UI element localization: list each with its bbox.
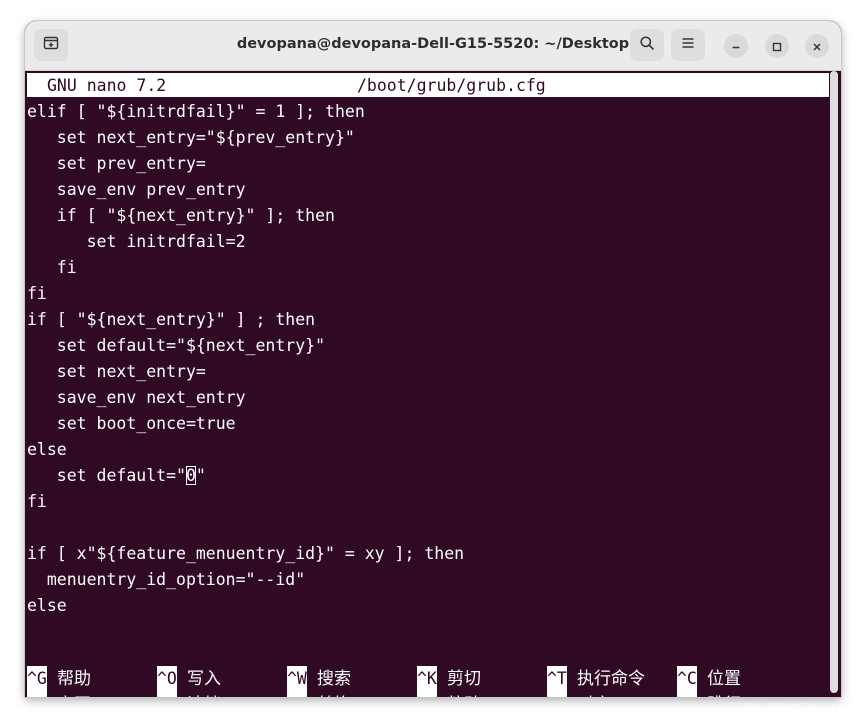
nano-version: GNU nano 7.2 [47, 76, 167, 95]
shortcut-label: 剪切 [447, 669, 481, 689]
shortcut-write-out[interactable]: ^O 写入 [157, 666, 221, 692]
code-line[interactable]: set default="${next_entry}" [27, 333, 827, 359]
shortcut-execute[interactable]: ^T 执行命令 [547, 666, 645, 692]
minimize-button[interactable] [724, 34, 748, 58]
code-line[interactable]: save_env prev_entry [27, 177, 827, 203]
shortcut-key: ^K [417, 666, 437, 692]
code-line[interactable] [27, 515, 827, 541]
shortcut-label: 对齐 [577, 695, 611, 697]
shortcut-key: ^R [157, 692, 177, 697]
code-line[interactable]: set prev_entry= [27, 151, 827, 177]
code-line[interactable]: fi [27, 489, 827, 515]
shortcut-label: 帮助 [57, 669, 91, 689]
code-line[interactable]: if [ "${next_entry}" ] ; then [27, 307, 827, 333]
window-title: devopana@devopana-Dell-G15-5520: ~/Deskt… [236, 36, 630, 52]
shortcut-label: 粘贴 [447, 695, 481, 697]
shortcut-key: ^C [677, 666, 697, 692]
maximize-icon [772, 37, 782, 56]
minimize-icon [731, 37, 741, 56]
terminal-scrollbar[interactable] [830, 71, 838, 693]
close-icon [812, 37, 822, 56]
code-line[interactable]: fi [27, 255, 827, 281]
shortcut-key: ^T [547, 666, 567, 692]
nano-shortcut-bar: ^G 帮助 ^O 写入 ^W 搜索 ^K 剪切 ^T 执行命令 ^C 位置 ^X 离开 ^R 读… [25, 666, 829, 697]
code-text: " [195, 466, 206, 485]
close-button[interactable] [805, 34, 829, 58]
shortcut-label: 位置 [707, 669, 741, 689]
maximize-button[interactable] [765, 34, 789, 58]
code-line[interactable]: set boot_once=true [27, 411, 827, 437]
new-tab-icon [43, 35, 59, 55]
shortcut-where-is[interactable]: ^W 搜索 [287, 666, 351, 692]
shortcut-paste[interactable]: ^U 粘贴 [417, 692, 481, 697]
code-line[interactable]: save_env next_entry [27, 385, 827, 411]
code-line[interactable]: if [ x"${feature_menuentry_id}" = xy ]; … [27, 541, 827, 567]
shortcut-label: 替换 [317, 695, 351, 697]
code-line-with-cursor[interactable]: set default="0" [27, 463, 827, 489]
menu-button[interactable] [671, 29, 705, 61]
nano-filename: /boot/grub/grub.cfg [357, 76, 546, 95]
shortcut-label: 跳行 [707, 695, 741, 697]
code-line[interactable]: set next_entry="${prev_entry}" [27, 125, 827, 151]
search-icon [639, 35, 655, 55]
shortcut-go-to-line[interactable]: ^/ 跳行 [677, 692, 741, 697]
shortcut-key: ^J [547, 692, 567, 697]
code-line[interactable]: if [ "${next_entry}" ]; then [27, 203, 827, 229]
shortcut-label: 读档 [187, 695, 221, 697]
title-bar[interactable]: devopana@devopana-Dell-G15-5520: ~/Deskt… [25, 21, 841, 71]
shortcut-label: 离开 [57, 695, 91, 697]
editor-text-area[interactable]: elif [ "${initrdfail}" = 1 ]; then set n… [27, 99, 827, 619]
code-line[interactable]: fi [27, 281, 827, 307]
nano-header-bar: GNU nano 7.2 /boot/grub/grub.cfg [27, 73, 829, 97]
search-button[interactable] [630, 29, 664, 61]
shortcut-key: ^X [27, 692, 47, 697]
terminal-window: devopana@devopana-Dell-G15-5520: ~/Deskt… [25, 21, 841, 697]
shortcut-exit[interactable]: ^X 离开 [27, 692, 91, 697]
shortcut-justify[interactable]: ^J 对齐 [547, 692, 611, 697]
code-line[interactable]: set next_entry= [27, 359, 827, 385]
shortcut-key: ^O [157, 666, 177, 692]
code-line[interactable]: else [27, 593, 827, 619]
shortcut-key: ^W [287, 666, 307, 692]
code-line[interactable]: menuentry_id_option="--id" [27, 567, 827, 593]
shortcut-key: ^G [27, 666, 47, 692]
code-text: set default=" [27, 466, 186, 485]
shortcut-label: 执行命令 [577, 669, 645, 689]
shortcut-key: ^/ [677, 692, 697, 697]
shortcut-read-file[interactable]: ^R 读档 [157, 692, 221, 697]
shortcut-label: 写入 [187, 669, 221, 689]
new-tab-button[interactable] [34, 29, 68, 61]
code-line[interactable]: set initrdfail=2 [27, 229, 827, 255]
shortcut-replace[interactable]: ^\ 替换 [287, 692, 351, 697]
terminal-area[interactable]: GNU nano 7.2 /boot/grub/grub.cfg elif [ … [25, 71, 829, 697]
shortcut-help[interactable]: ^G 帮助 [27, 666, 91, 692]
hamburger-menu-icon [680, 35, 696, 55]
watermark: CSDN @PANDAAAA [727, 701, 844, 715]
shortcut-label: 搜索 [317, 669, 351, 689]
shortcut-location[interactable]: ^C 位置 [677, 666, 741, 692]
shortcut-key: ^\ [287, 692, 307, 697]
shortcut-cut[interactable]: ^K 剪切 [417, 666, 481, 692]
code-line[interactable]: else [27, 437, 827, 463]
code-line[interactable]: elif [ "${initrdfail}" = 1 ]; then [27, 99, 827, 125]
shortcut-key: ^U [417, 692, 437, 697]
text-cursor: 0 [185, 466, 196, 485]
